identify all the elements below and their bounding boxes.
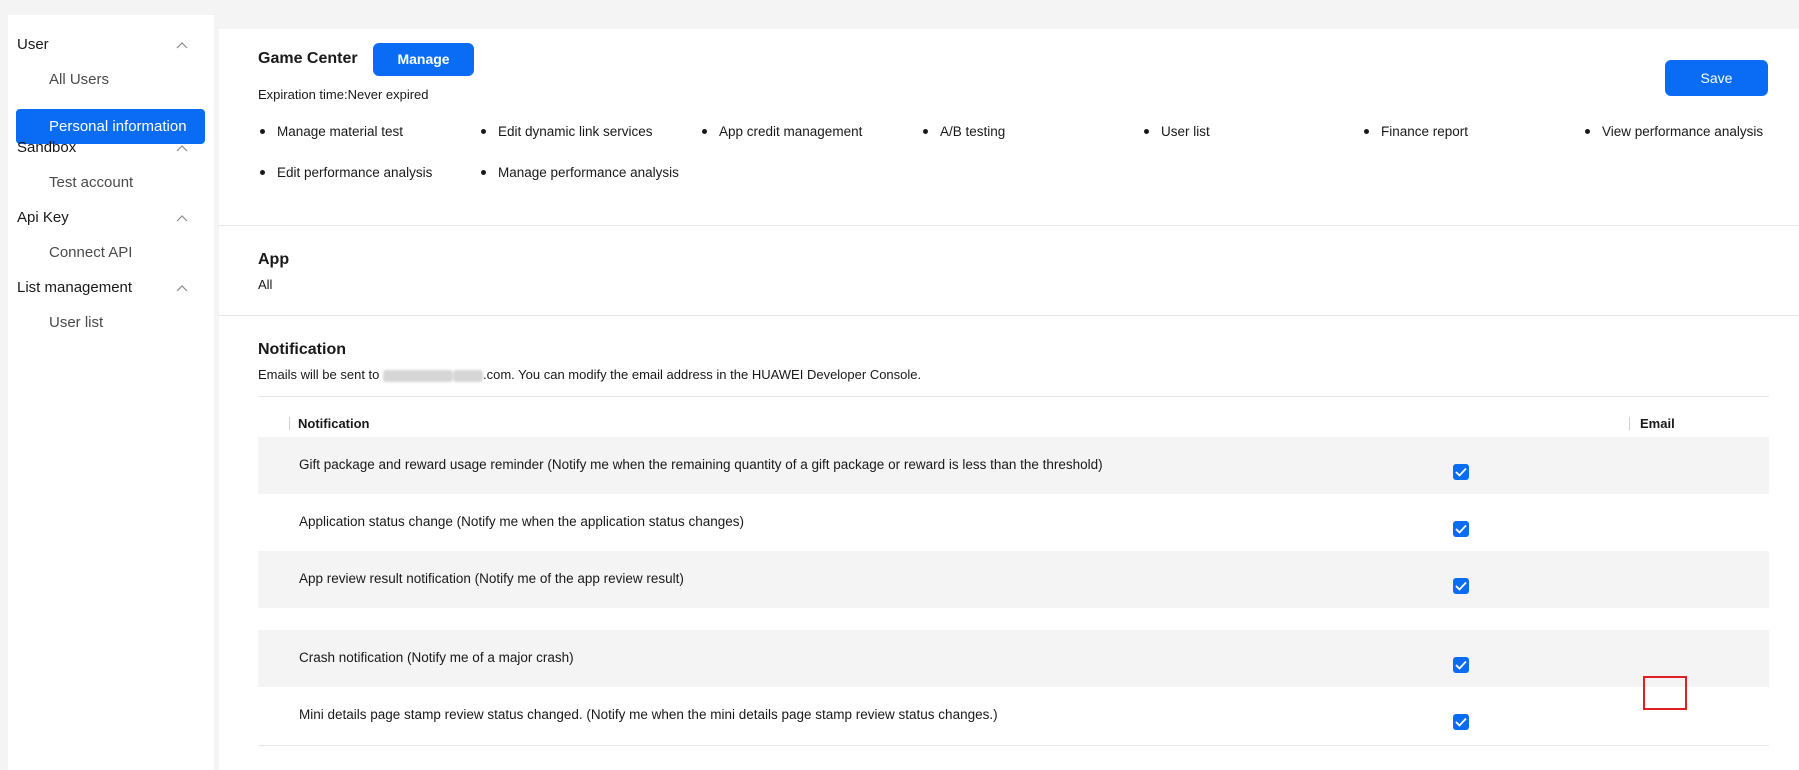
table-row: Gift package and reward usage reminder (…	[258, 437, 1769, 494]
app-value: All	[258, 277, 273, 292]
expiration-text: Expiration time:Never expired	[258, 87, 429, 102]
chevron-up-icon[interactable]	[176, 214, 188, 222]
notification-label: Crash notification (Notify me of a major…	[299, 650, 574, 665]
column-header-email: Email	[1640, 416, 1675, 431]
table-row: Crash notification (Notify me of a major…	[258, 630, 1769, 687]
sidebar: User All Users Personal information Sand…	[8, 15, 214, 770]
check-icon	[1455, 660, 1467, 670]
email-checkbox[interactable]	[1453, 521, 1469, 537]
notification-label: Mini details page stamp review status ch…	[299, 707, 998, 722]
email-checkbox[interactable]	[1453, 464, 1469, 480]
divider	[219, 315, 1799, 316]
sidebar-group-api-key[interactable]: Api Key	[17, 209, 69, 226]
chevron-up-icon[interactable]	[176, 284, 188, 292]
notification-label: Application status change (Notify me whe…	[299, 514, 745, 529]
table-bottom-border	[258, 745, 1769, 746]
table-row: Application status change (Notify me whe…	[258, 494, 1769, 551]
main-panel: Game Center Manage Expiration time:Never…	[219, 29, 1799, 770]
table-row: App review result notification (Notify m…	[258, 551, 1769, 608]
permission-item: Finance report	[1364, 124, 1468, 139]
sidebar-group-user[interactable]: User	[17, 36, 49, 53]
notification-label: App review result notification (Notify m…	[299, 571, 684, 586]
notification-title: Notification	[258, 341, 346, 358]
divider	[219, 225, 1799, 226]
notification-description: Emails will be sent to .com. You can mod…	[258, 367, 922, 382]
sidebar-item-connect-api[interactable]: Connect API	[49, 244, 132, 261]
permission-item: A/B testing	[923, 124, 1005, 139]
check-icon	[1455, 581, 1467, 591]
save-button[interactable]: Save	[1665, 60, 1768, 96]
table-row: Mini details page stamp review status ch…	[258, 687, 1769, 744]
sidebar-item-test-account[interactable]: Test account	[49, 174, 133, 191]
permission-item: Edit performance analysis	[260, 165, 432, 180]
permission-item: User list	[1144, 124, 1210, 139]
redacted-email-domain	[453, 369, 483, 382]
game-center-title: Game Center	[258, 50, 358, 67]
sidebar-item-user-list[interactable]: User list	[49, 314, 103, 331]
highlight-box	[1643, 676, 1687, 710]
email-checkbox[interactable]	[1453, 714, 1469, 730]
email-checkbox[interactable]	[1453, 578, 1469, 594]
permission-item: App credit management	[702, 124, 862, 139]
permission-item: Edit dynamic link services	[481, 124, 653, 139]
table-top-border	[258, 396, 1769, 397]
email-checkbox[interactable]	[1453, 657, 1469, 673]
check-icon	[1455, 524, 1467, 534]
permission-item: Manage performance analysis	[481, 165, 679, 180]
notification-label: Gift package and reward usage reminder (…	[299, 457, 1103, 472]
permission-item: Manage material test	[260, 124, 403, 139]
app-title: App	[258, 251, 290, 268]
chevron-up-icon[interactable]	[176, 144, 188, 152]
sidebar-group-sandbox[interactable]: Sandbox	[17, 139, 76, 156]
redacted-email	[383, 369, 453, 382]
column-separator	[1629, 417, 1630, 430]
manage-button[interactable]: Manage	[373, 43, 474, 76]
chevron-up-icon[interactable]	[176, 41, 188, 49]
sidebar-item-all-users[interactable]: All Users	[49, 71, 109, 88]
permission-item: View performance analysis	[1585, 124, 1763, 139]
check-icon	[1455, 467, 1467, 477]
check-icon	[1455, 717, 1467, 727]
sidebar-group-list-management[interactable]: List management	[17, 279, 132, 296]
column-separator	[289, 417, 290, 430]
column-header-notification: Notification	[298, 416, 370, 431]
